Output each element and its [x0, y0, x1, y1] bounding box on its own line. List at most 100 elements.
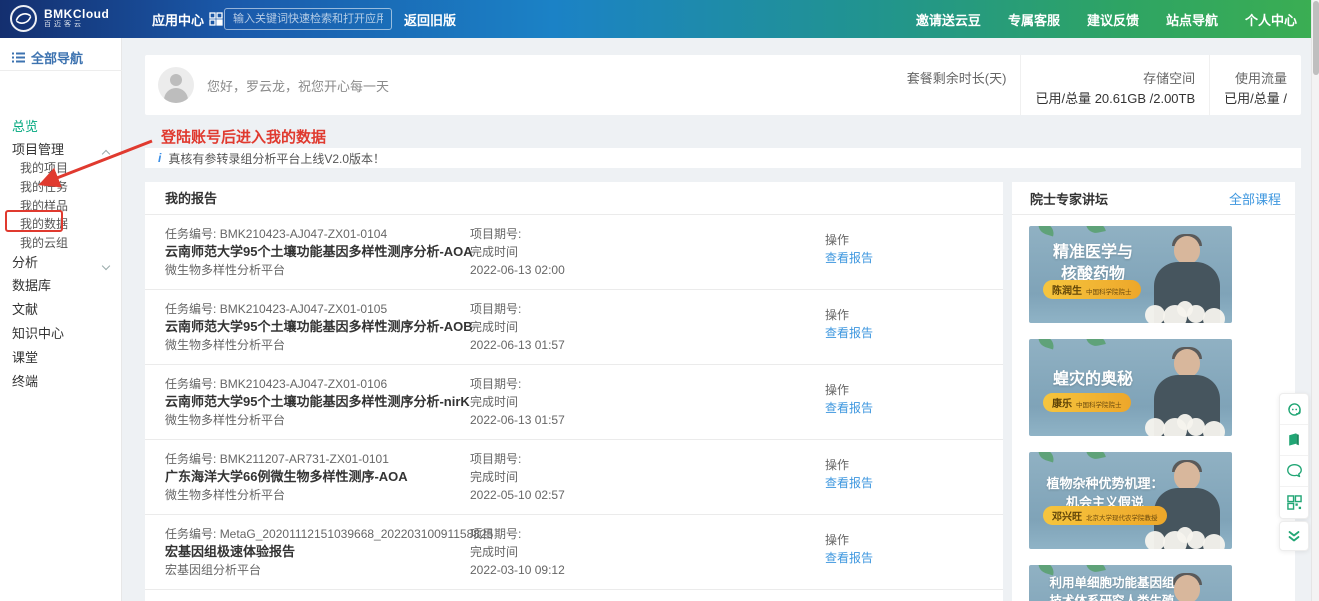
back-to-old-version-button[interactable]: 返回旧版 [404, 0, 456, 38]
sidebar-item-overview[interactable]: 总览 [12, 116, 38, 135]
report-row: 任务编号: MetaG_20201112151039668_2022031009… [145, 515, 1003, 590]
speaker-name: 康乐 [1052, 395, 1072, 410]
speaker-badge: 康乐 中国科学院院士 [1043, 393, 1131, 412]
report-platform: 宏基因组分析平台 [165, 561, 470, 579]
logo-title: BMKCloud [44, 8, 109, 21]
sidebar-item-my-tasks[interactable]: 我的任务 [20, 178, 68, 195]
page-scrollbar[interactable] [1311, 0, 1319, 601]
finish-time-value: 2022-06-13 01:57 [470, 336, 825, 354]
report-platform: 微生物多样性分析平台 [165, 411, 470, 429]
app-center-label: 应用中心 [152, 10, 204, 29]
lectures-panel-title: 院士专家讲坛 [1030, 189, 1108, 208]
finish-time-value: 2022-03-10 09:12 [470, 561, 825, 579]
speaker-title: 中国科学院院士 [1076, 399, 1122, 409]
sidebar-divider [0, 70, 122, 71]
app-search-box [224, 8, 392, 30]
reports-panel-title: 我的报告 [145, 182, 1003, 215]
user-summary-card: 您好，罗云龙，祝您开心每一天 套餐剩余时长(天) 存储空间 已用/总量 20.6… [145, 55, 1301, 115]
finish-time-value: 2022-06-13 01:57 [470, 411, 825, 429]
collapse-toolbar-icon[interactable] [1279, 521, 1309, 551]
sidebar-item-classroom[interactable]: 课堂 [12, 347, 38, 366]
top-navigation-bar: BMKCloud 百迈客云 应用中心 返回旧版 邀请送云豆 专属客服 建议反馈 … [0, 0, 1319, 38]
leaf-decoration [1086, 226, 1106, 235]
all-courses-link[interactable]: 全部课程 [1229, 189, 1281, 208]
sidebar-item-terminal[interactable]: 终端 [12, 371, 38, 390]
chevron-up-icon[interactable] [103, 144, 109, 162]
view-report-link[interactable]: 查看报告 [825, 549, 873, 567]
report-title: 宏基因组极速体验报告 [165, 543, 470, 561]
view-report-link[interactable]: 查看报告 [825, 474, 873, 492]
feedback-link[interactable]: 建议反馈 [1087, 10, 1139, 29]
user-greeting: 您好，罗云龙，祝您开心每一天 [207, 55, 389, 115]
report-platform: 微生物多样性分析平台 [165, 261, 470, 279]
finish-time-label: 完成时间 [470, 243, 825, 261]
invite-cloud-beans-link[interactable]: 邀请送云豆 [916, 10, 981, 29]
top-right-links: 邀请送云豆 专属客服 建议反馈 站点导航 个人中心 [916, 0, 1297, 38]
finish-time-value: 2022-06-13 02:00 [470, 261, 825, 279]
user-avatar[interactable] [158, 67, 194, 103]
task-number: 任务编号: MetaG_20201112151039668_2022031009… [165, 525, 470, 543]
view-report-link[interactable]: 查看报告 [825, 249, 873, 267]
customer-service-icon[interactable] [1280, 394, 1308, 425]
report-title: 云南师范大学95个土壤功能基因多样性测序分析-AOB [165, 318, 470, 336]
sidebar-item-my-samples[interactable]: 我的样品 [20, 197, 68, 214]
message-bubble-icon[interactable] [1280, 456, 1308, 487]
sidebar-group-analysis[interactable]: 分析 [12, 252, 38, 271]
lecture-title: 蝗灾的奥秘 [1033, 369, 1153, 391]
view-report-link[interactable]: 查看报告 [825, 324, 873, 342]
stat-traffic: 使用流量 已用/总量 / [1209, 55, 1301, 115]
app-search-input[interactable] [225, 9, 391, 29]
speaker-title: 北京大学现代农学院教授 [1086, 512, 1158, 522]
app-center-button[interactable]: 应用中心 [152, 0, 223, 38]
handbook-icon[interactable] [1280, 425, 1308, 456]
speaker-badge: 邓兴旺 北京大学现代农学院教授 [1043, 506, 1167, 525]
site-navigation-link[interactable]: 站点导航 [1166, 10, 1218, 29]
leaf-decoration [1086, 339, 1106, 348]
sidebar-group-project-management[interactable]: 项目管理 [12, 139, 64, 158]
account-stats: 套餐剩余时长(天) 存储空间 已用/总量 20.61GB /2.00TB 使用流… [893, 55, 1301, 115]
tutorial-annotation-text: 登陆账号后进入我的数据 [161, 126, 326, 147]
report-row: 任务编号: BMK210423-AJ047-ZX01-0106 云南师范大学95… [145, 365, 1003, 440]
flowers-decoration [1143, 295, 1232, 323]
bmkcloud-logo[interactable]: BMKCloud 百迈客云 [10, 5, 109, 32]
lecture-card[interactable]: 植物杂种优势机理： 机会主义假说 邓兴旺 北京大学现代农学院教授 [1029, 452, 1232, 549]
expert-lectures-panel: 院士专家讲坛 全部课程 精准医学与 核酸药物 陈润生 中国科学院院士 [1012, 182, 1295, 601]
flowers-decoration [1143, 521, 1232, 549]
lecture-card[interactable]: 精准医学与 核酸药物 陈润生 中国科学院院士 [1029, 226, 1232, 323]
task-number: 任务编号: BMK210423-AJ047-ZX01-0105 [165, 300, 470, 318]
task-number: 任务编号: BMK210423-AJ047-ZX01-0106 [165, 375, 470, 393]
lecture-card[interactable]: 利用单细胞功能基因组 技术体系研究人类生殖 [1029, 565, 1232, 601]
speaker-title: 中国科学院院士 [1086, 286, 1132, 296]
report-platform: 微生物多样性分析平台 [165, 486, 470, 504]
info-icon: i [158, 151, 161, 165]
sidebar-item-knowledge-center[interactable]: 知识中心 [12, 323, 64, 342]
view-report-link[interactable]: 查看报告 [825, 399, 873, 417]
flowers-decoration [1143, 408, 1232, 436]
all-navigation-button[interactable]: 全部导航 [12, 48, 83, 67]
bmkcloud-dashboard: BMKCloud 百迈客云 应用中心 返回旧版 邀请送云豆 专属客服 建议反馈 … [0, 0, 1319, 601]
sidebar-item-literature[interactable]: 文献 [12, 299, 38, 318]
sidebar-item-my-projects[interactable]: 我的项目 [20, 159, 68, 176]
personal-center-link[interactable]: 个人中心 [1245, 10, 1297, 29]
sidebar-item-my-cloud-group[interactable]: 我的云组 [20, 234, 68, 251]
sidebar-item-database[interactable]: 数据库 [12, 275, 51, 294]
qrcode-icon[interactable] [1280, 487, 1308, 518]
floating-toolbar [1279, 393, 1309, 519]
speaker-name: 陈润生 [1052, 282, 1082, 297]
dedicated-support-link[interactable]: 专属客服 [1008, 10, 1060, 29]
lecture-card[interactable]: 蝗灾的奥秘 康乐 中国科学院院士 [1029, 339, 1232, 436]
speaker-name: 邓兴旺 [1052, 508, 1082, 523]
leaf-decoration [1086, 452, 1106, 461]
report-row: 任务编号: BMK210423-AJ047-ZX01-0104 云南师范大学95… [145, 215, 1003, 290]
stat-storage: 存储空间 已用/总量 20.61GB /2.00TB [1020, 55, 1209, 115]
sidebar-item-my-data[interactable]: 我的数据 [20, 215, 68, 232]
report-row: 任务编号: BMK211207-AR731-ZX01-0101 广东海洋大学66… [145, 440, 1003, 515]
scrollbar-thumb[interactable] [1313, 1, 1319, 75]
speaker-badge: 陈润生 中国科学院院士 [1043, 280, 1141, 299]
chevron-down-icon[interactable] [103, 256, 109, 274]
report-platform: 微生物多样性分析平台 [165, 336, 470, 354]
lecture-title: 利用单细胞功能基因组 技术体系研究人类生殖 [1037, 574, 1187, 601]
menu-list-icon [12, 52, 25, 63]
stat-package-days: 套餐剩余时长(天) [893, 55, 1021, 115]
logo-subtitle: 百迈客云 [44, 21, 109, 29]
